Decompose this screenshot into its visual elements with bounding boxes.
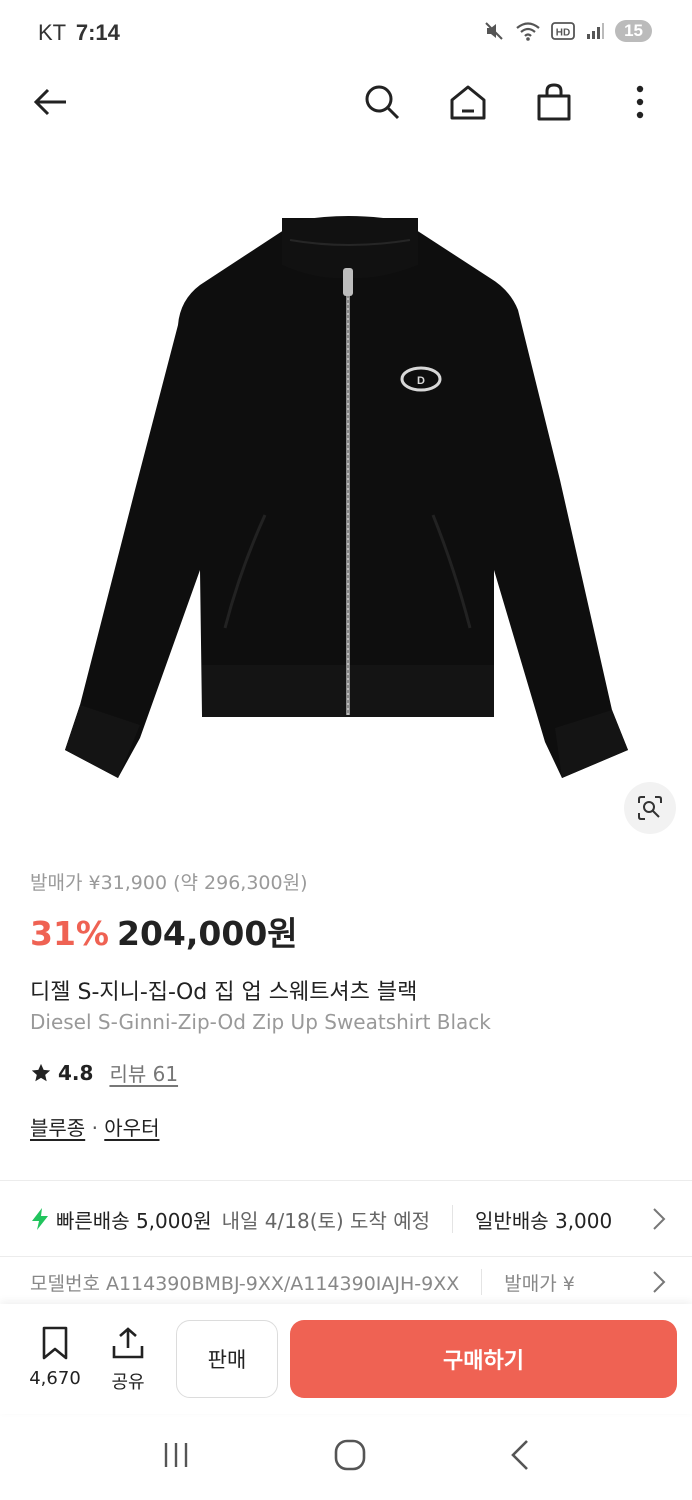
- model-separator: [481, 1269, 483, 1295]
- discount-rate: 31%: [30, 914, 109, 953]
- svg-text:D: D: [417, 375, 425, 387]
- search-icon: [365, 85, 400, 120]
- more-vertical-icon: [636, 85, 644, 119]
- sale-price: 204,000원: [117, 914, 298, 953]
- fast-shipping-option[interactable]: 빠른배송 5,000원 내일 4/18(토) 도착 예정: [0, 1205, 430, 1234]
- wifi-icon: [516, 22, 540, 41]
- category-separator: ·: [91, 1116, 98, 1140]
- rating-row: 4.8 리뷰 61: [30, 1058, 178, 1087]
- svg-text:HD: HD: [556, 28, 570, 39]
- product-name-korean: 디젤 S-지니-집-Od 집 업 스웨트셔츠 블랙: [30, 980, 418, 1005]
- model-number: 모델번호 A114390BMBJ-9XX/A114390IAJH-9XX: [30, 1272, 460, 1295]
- model-info-row[interactable]: 모델번호 A114390BMBJ-9XX/A114390IAJH-9XX 발매가…: [0, 1258, 692, 1306]
- chevron-right-icon: [653, 1271, 666, 1293]
- shipping-more-button[interactable]: [632, 1182, 666, 1256]
- signal-icon: [587, 23, 605, 39]
- home-icon: [450, 85, 486, 120]
- status-carrier-time: KT 7:14: [38, 20, 120, 46]
- divider: [0, 1256, 692, 1257]
- share-icon: [112, 1327, 144, 1359]
- bottom-action-bar: 4,670 공유 판매 구매하기: [0, 1304, 692, 1414]
- buy-button[interactable]: 구매하기: [290, 1320, 677, 1398]
- fast-shipping-eta: 내일 4/18(토) 도착 예정: [221, 1208, 431, 1233]
- rating-value: 4.8: [58, 1060, 94, 1085]
- save-button[interactable]: 4,670: [22, 1326, 88, 1389]
- lightning-icon: [32, 1208, 48, 1230]
- clock: 7:14: [75, 20, 120, 45]
- normal-shipping-label[interactable]: 일반배송 3,000: [475, 1205, 612, 1234]
- category-link-blouson[interactable]: 블루종: [30, 1116, 85, 1140]
- mute-icon: [485, 22, 503, 40]
- back-button[interactable]: [24, 76, 76, 128]
- bookmark-icon: [42, 1326, 68, 1360]
- home-circle-icon: [334, 1439, 366, 1471]
- chevron-right-icon: [653, 1208, 666, 1230]
- star-icon: [31, 1063, 51, 1081]
- fast-shipping-label: 빠른배송 5,000원: [56, 1208, 212, 1233]
- recent-apps-button[interactable]: [160, 1440, 192, 1474]
- model-more-button[interactable]: [632, 1258, 666, 1306]
- shipping-options-row[interactable]: 빠른배송 5,000원 내일 4/18(토) 도착 예정 일반배송 3,000: [0, 1182, 692, 1256]
- price-block: 발매가 ¥31,900 (약 296,300원) 31% 204,000원: [30, 868, 307, 955]
- top-navigation: [0, 66, 692, 138]
- status-icons: HD 15: [483, 20, 652, 42]
- divider: [0, 1180, 692, 1181]
- share-label: 공유: [111, 1372, 145, 1393]
- hd-icon: HD: [551, 22, 575, 40]
- back-arrow-icon: [33, 88, 66, 116]
- system-navigation-bar: [0, 1414, 692, 1500]
- category-breadcrumb: 블루종 · 아우터: [30, 1112, 159, 1141]
- save-count: 4,670: [29, 1368, 81, 1389]
- sell-button[interactable]: 판매: [176, 1320, 278, 1398]
- back-nav-button[interactable]: [508, 1438, 532, 1476]
- category-link-outer[interactable]: 아우터: [104, 1116, 159, 1140]
- home-button[interactable]: [442, 76, 494, 128]
- price-row: 31% 204,000원: [30, 907, 307, 955]
- image-search-button[interactable]: [624, 782, 676, 834]
- review-link[interactable]: 리뷰 61: [109, 1058, 178, 1087]
- release-price-partial: 발매가 ¥: [504, 1272, 575, 1295]
- product-name-english: Diesel S-Ginni-Zip-Od Zip Up Sweatshirt …: [30, 1010, 491, 1034]
- status-bar: KT 7:14 HD 15: [0, 0, 692, 66]
- home-nav-button[interactable]: [333, 1438, 367, 1476]
- shopping-bag-icon: [537, 83, 571, 121]
- zip-sweatshirt-illustration: D: [65, 216, 628, 778]
- back-chevron-icon: [510, 1440, 528, 1470]
- shipping-separator: [452, 1205, 454, 1233]
- more-options-button[interactable]: [614, 76, 666, 128]
- lens-search-icon: [638, 796, 662, 820]
- carrier-label: KT: [38, 20, 66, 45]
- cart-button[interactable]: [528, 76, 580, 128]
- recent-apps-icon: [165, 1443, 188, 1467]
- share-button[interactable]: 공유: [100, 1326, 156, 1394]
- original-price: 발매가 ¥31,900 (약 296,300원): [30, 872, 308, 894]
- battery-indicator: 15: [615, 20, 652, 42]
- search-button[interactable]: [356, 76, 408, 128]
- product-image[interactable]: D: [0, 150, 692, 850]
